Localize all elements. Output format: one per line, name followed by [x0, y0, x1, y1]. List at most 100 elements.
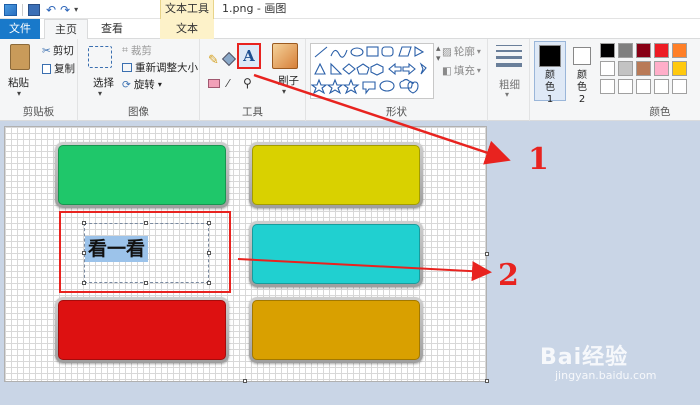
resize-label: 重新调整大小 — [135, 62, 198, 74]
annotation-label-1: 1 — [528, 142, 549, 177]
ribbon: 粘贴 ▾ ✂ 剪切 复制 剪贴板 选择 ▾ ⌗ 裁剪 重新调整大小 ⟳ 旋转 ▾ 图像 … — [0, 39, 700, 121]
palette-swatch[interactable] — [672, 61, 687, 76]
baidu-watermark-url: jingyan.baidu.com — [555, 369, 657, 382]
clipboard-group-label: 剪贴板 — [22, 106, 55, 118]
annotation-label-2: 2 — [498, 258, 519, 293]
color-picker-icon[interactable]: ⁄ — [227, 77, 229, 90]
copy-label: 复制 — [54, 63, 75, 75]
window-title: 1.png - 画图 — [222, 2, 287, 15]
brushes-label: 刷子 — [278, 75, 299, 87]
size-button[interactable]: 粗细 — [499, 77, 520, 92]
shapes-group-label: 形状 — [386, 106, 407, 118]
paste-label: 粘贴 — [8, 77, 29, 89]
brush-icon[interactable] — [272, 43, 298, 69]
size-lines-icon[interactable] — [496, 45, 522, 67]
palette-swatch[interactable] — [618, 79, 633, 94]
color2-label: 颜色2 — [577, 70, 587, 105]
color2-swatch — [573, 47, 591, 65]
palette-swatch[interactable] — [618, 61, 633, 76]
qat-dropdown-icon[interactable]: ▾ — [74, 5, 78, 14]
palette-swatch[interactable] — [636, 79, 651, 94]
button-face — [58, 300, 226, 360]
button-face — [252, 145, 420, 205]
fill-button[interactable]: ◧ 填充 ▾ — [442, 63, 481, 78]
crop-button[interactable]: ⌗ 裁剪 — [122, 43, 152, 58]
clipboard-group: 粘贴 ▾ ✂ 剪切 复制 剪贴板 — [0, 39, 78, 121]
canvas-resize-handle-right[interactable] — [485, 252, 489, 256]
color1-label: 颜色1 — [545, 70, 555, 105]
save-icon[interactable] — [28, 3, 40, 16]
tab-file[interactable]: 文件 — [0, 19, 40, 39]
resize-button[interactable]: 重新调整大小 — [122, 60, 198, 75]
palette-swatch[interactable] — [672, 79, 687, 94]
palette-swatch[interactable] — [636, 43, 651, 58]
rotate-dropdown-icon: ▾ — [157, 80, 162, 89]
yellow-button-shape — [249, 142, 423, 208]
size-dropdown-icon[interactable]: ▾ — [505, 90, 509, 99]
tab-text[interactable]: 文本 — [160, 19, 214, 39]
outline-button[interactable]: ▨ 轮廓 ▾ — [442, 44, 481, 59]
color2-box[interactable]: 颜色2 — [568, 41, 596, 105]
outline-label: 轮廓 — [453, 46, 475, 58]
paste-icon[interactable] — [10, 44, 30, 70]
redo-icon[interactable]: ↷ — [60, 3, 70, 17]
drawing-canvas[interactable]: 看一看 — [4, 126, 487, 382]
brushes-button[interactable]: 刷子 — [278, 73, 299, 88]
undo-icon[interactable]: ↶ — [46, 3, 56, 17]
palette-swatch[interactable] — [600, 79, 615, 94]
shapes-group: ▴ ▾ ▨ 轮廓 ▾ ◧ 填充 ▾ 形状 — [306, 39, 488, 121]
select-dropdown-icon[interactable]: ▾ — [98, 89, 102, 98]
palette-swatch[interactable] — [600, 43, 615, 58]
canvas-resize-handle-corner[interactable] — [485, 379, 489, 383]
color-palette — [600, 43, 700, 99]
scissors-icon: ✂ — [42, 44, 51, 57]
fill-label: 填充 — [453, 65, 475, 77]
rotate-label: 旋转 — [133, 79, 155, 91]
palette-swatch[interactable] — [600, 61, 615, 76]
orange-button-shape — [249, 297, 423, 363]
palette-swatch[interactable] — [654, 79, 669, 94]
rotate-button[interactable]: ⟳ 旋转 ▾ — [122, 77, 162, 92]
tab-view[interactable]: 查看 — [90, 19, 134, 39]
cyan-button-shape — [249, 221, 423, 287]
size-group: 粗细 ▾ — [488, 39, 530, 121]
eraser-icon[interactable] — [208, 79, 220, 88]
palette-swatch[interactable] — [654, 61, 669, 76]
red-button-shape — [55, 297, 229, 363]
title-bar: ↶ ↷ ▾ 文本工具 1.png - 画图 — [0, 0, 700, 19]
paste-button[interactable]: 粘贴 — [8, 75, 29, 90]
brushes-dropdown-icon[interactable]: ▾ — [282, 87, 286, 96]
shape-gallery[interactable] — [310, 43, 434, 99]
canvas-area: 看一看 Bai经验 jingyan.baidu.com — [0, 121, 700, 405]
fill-bucket-icon[interactable] — [221, 51, 237, 67]
palette-swatch[interactable] — [654, 43, 669, 58]
button-face — [252, 300, 420, 360]
crop-icon: ⌗ — [122, 44, 128, 56]
color1-box[interactable]: 颜色1 — [534, 41, 566, 105]
colors-group: 颜色1 颜色2 颜色 — [530, 39, 700, 121]
copy-icon — [42, 63, 51, 74]
paste-dropdown-icon[interactable]: ▾ — [17, 89, 21, 98]
text-tool-button[interactable]: A — [237, 43, 261, 69]
text-a-icon: A — [243, 47, 255, 65]
ribbon-tabs: 文件 主页 查看 文本 — [0, 19, 700, 40]
palette-swatch[interactable] — [672, 43, 687, 58]
tools-group-label: 工具 — [242, 106, 263, 118]
select-label: 选择 — [93, 77, 114, 89]
magnifier-icon[interactable]: ⚲ — [243, 76, 252, 90]
button-face — [252, 224, 420, 284]
cut-button[interactable]: ✂ 剪切 — [42, 43, 74, 58]
contextual-tab-header: 文本工具 — [160, 0, 214, 19]
tools-group: ✎ A ⁄ ⚲ 刷子 ▾ 工具 — [200, 39, 306, 121]
copy-button[interactable]: 复制 — [42, 61, 75, 76]
shape-gallery-scroll-icon[interactable]: ▴ ▾ — [436, 44, 441, 64]
palette-swatch[interactable] — [636, 61, 651, 76]
select-icon[interactable] — [88, 46, 112, 68]
pencil-icon[interactable]: ✎ — [208, 53, 219, 68]
crop-label: 裁剪 — [130, 45, 152, 57]
palette-swatch[interactable] — [618, 43, 633, 58]
select-button[interactable]: 选择 — [93, 75, 114, 90]
image-group-label: 图像 — [128, 106, 149, 118]
tab-home[interactable]: 主页 — [44, 19, 88, 40]
canvas-resize-handle-bottom[interactable] — [243, 379, 247, 383]
